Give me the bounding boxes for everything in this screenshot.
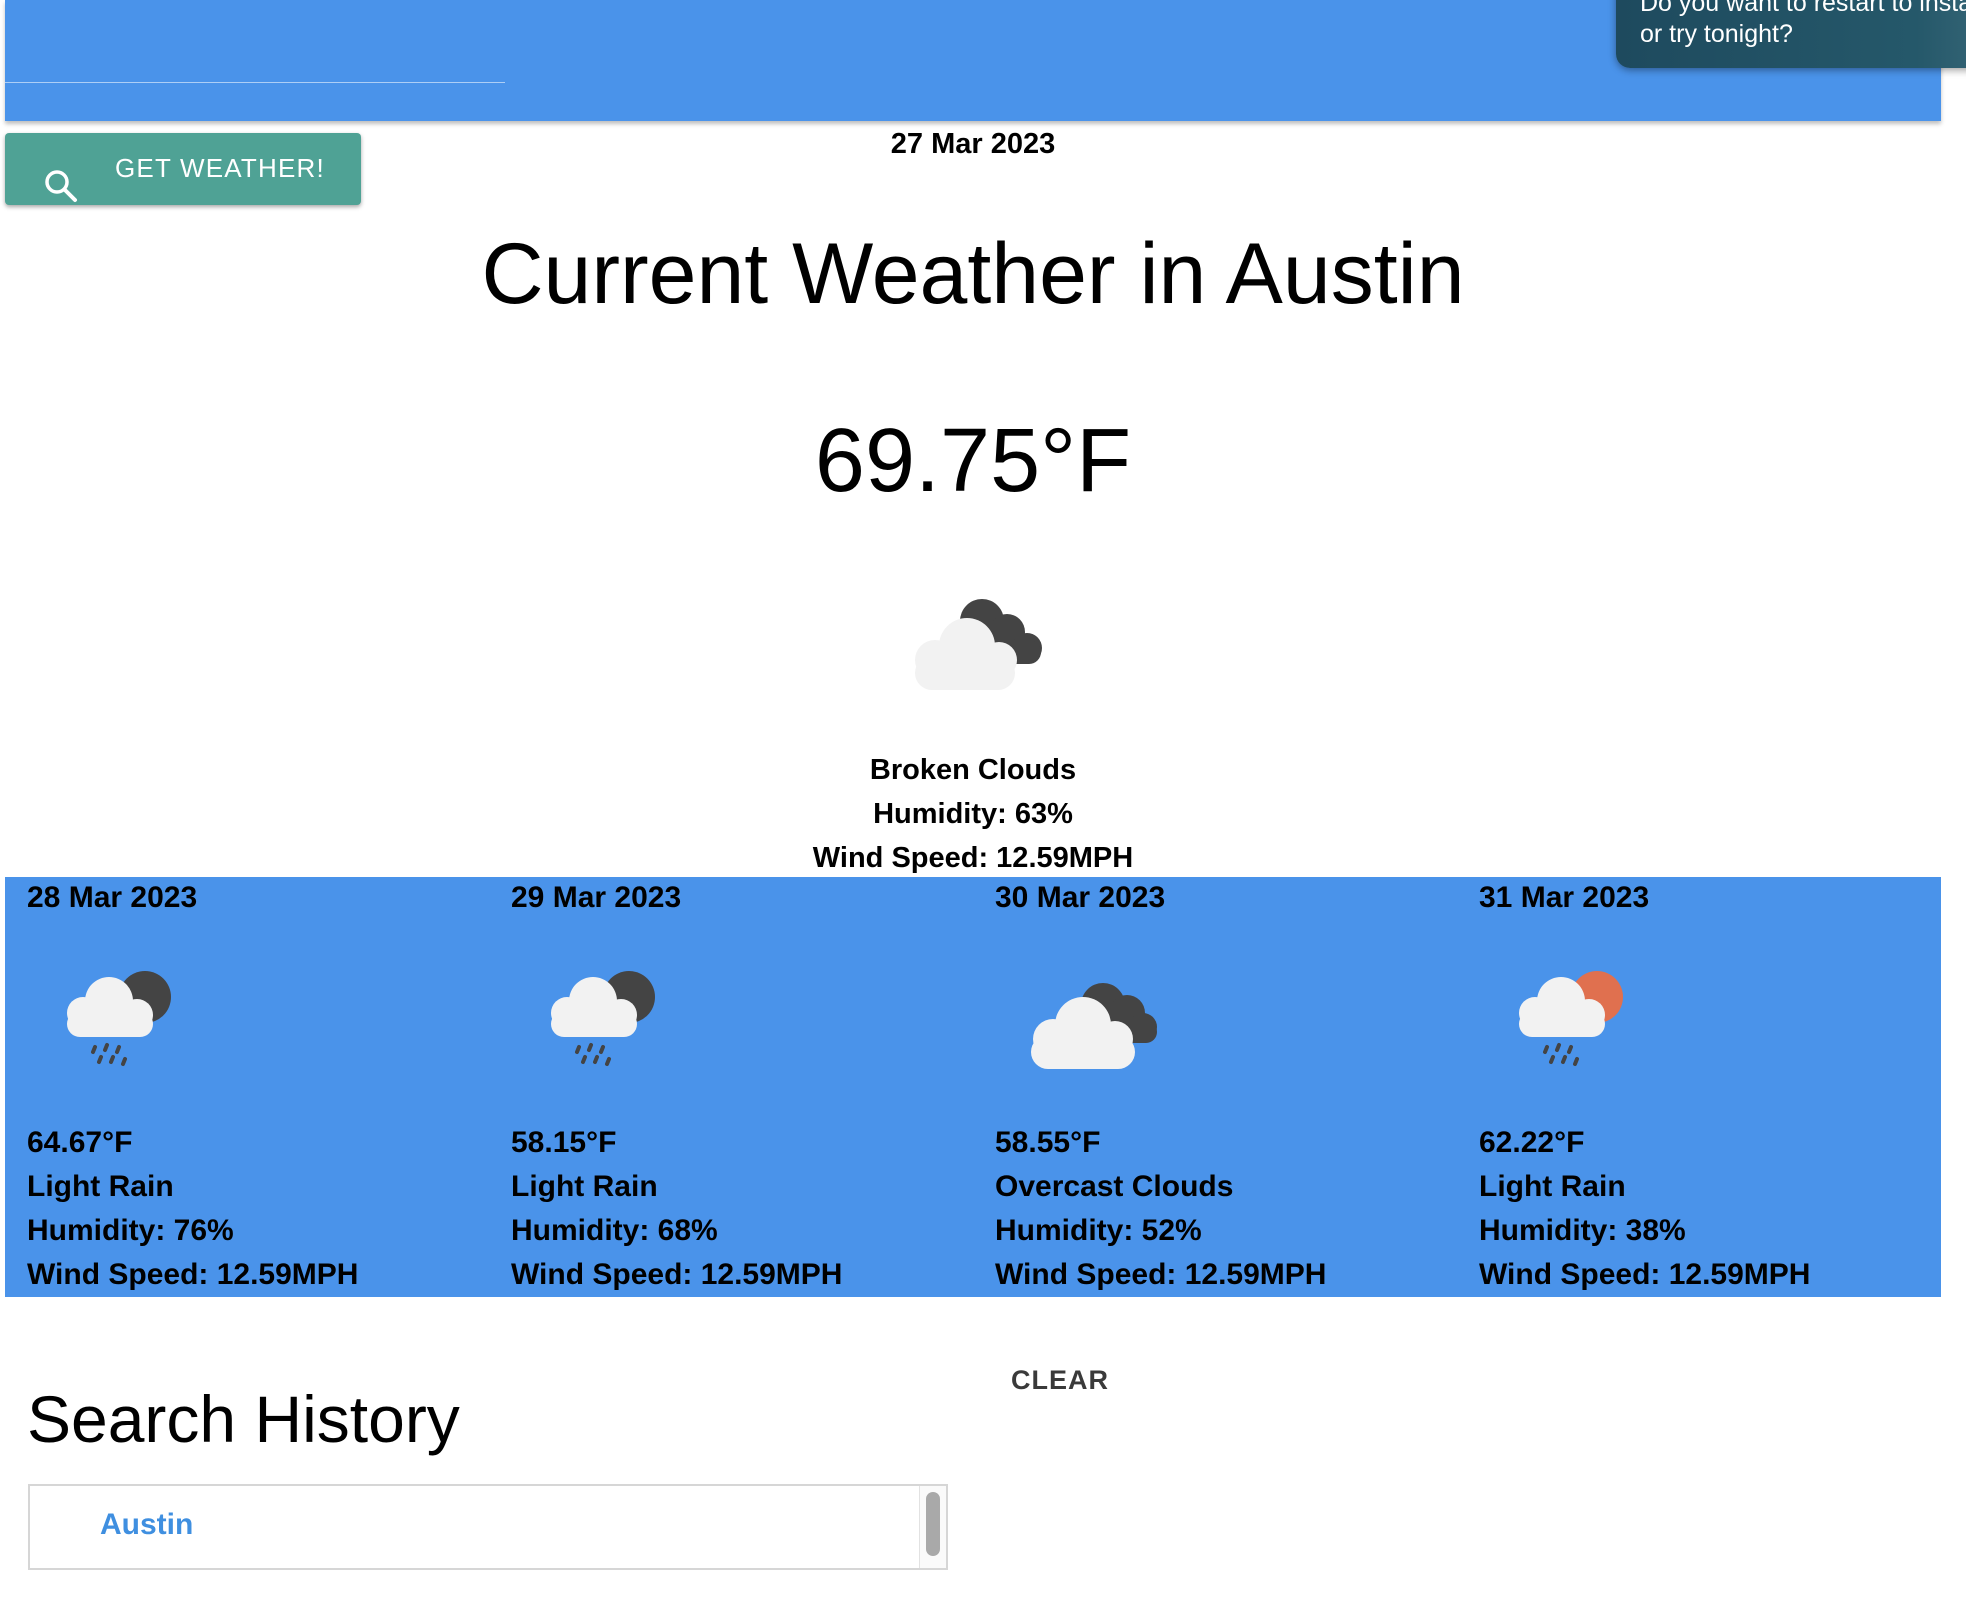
- forecast-humidity: Humidity: 52%: [995, 1214, 1202, 1247]
- forecast-row: 28 Mar 2023 64.67°F Light Rain Humidity:…: [5, 877, 1941, 1297]
- search-icon: [45, 170, 77, 202]
- update-notification[interactable]: Do you want to restart to install or try…: [1616, 0, 1966, 68]
- current-description: Broken Clouds: [869, 754, 1077, 786]
- forecast-description: Light Rain: [511, 1170, 658, 1203]
- page-title: Current Weather in Austin: [481, 226, 1465, 322]
- broken-clouds-icon: [915, 599, 1042, 690]
- forecast-date: 30 Mar 2023: [995, 881, 1166, 914]
- forecast-humidity: Humidity: 68%: [511, 1214, 718, 1247]
- forecast-date: 28 Mar 2023: [27, 881, 198, 914]
- forecast-temperature: 62.22°F: [1479, 1126, 1585, 1159]
- forecast-card: 28 Mar 2023 64.67°F Light Rain Humidity:…: [5, 877, 485, 1297]
- notification-line-1: Do you want to restart to install: [1640, 0, 1966, 17]
- forecast-info: 64.67°F Light Rain Humidity: 76% Wind Sp…: [27, 1121, 358, 1297]
- current-wind: Wind Speed: 12.59MPH: [812, 842, 1134, 874]
- clear-history-button[interactable]: CLEAR: [1000, 1362, 1120, 1398]
- forecast-date: 31 Mar 2023: [1479, 881, 1650, 914]
- forecast-card: 31 Mar 2023 62.22°F Light Rain Humidity:…: [1457, 877, 1937, 1297]
- notification-line-2: or try tonight?: [1640, 20, 1793, 48]
- city-search-input[interactable]: [5, 82, 505, 83]
- current-humidity: Humidity: 63%: [873, 798, 1073, 830]
- current-temperature: 69.75°F: [814, 411, 1132, 511]
- rain-moon-icon: [551, 971, 655, 1066]
- forecast-info: 62.22°F Light Rain Humidity: 38% Wind Sp…: [1479, 1121, 1810, 1297]
- forecast-description: Overcast Clouds: [995, 1170, 1234, 1203]
- rain-sun-icon: [1519, 971, 1623, 1066]
- current-details: Broken Clouds Humidity: 63% Wind Speed: …: [0, 748, 1946, 880]
- forecast-humidity: Humidity: 76%: [27, 1214, 234, 1247]
- search-history-list: Austin: [28, 1484, 948, 1570]
- history-scrollbar[interactable]: [919, 1486, 946, 1568]
- history-item-austin[interactable]: Austin: [100, 1508, 193, 1542]
- forecast-wind: Wind Speed: 12.59MPH: [995, 1258, 1327, 1291]
- search-history-title: Search History: [27, 1382, 460, 1456]
- overcast-clouds-icon: [1031, 983, 1157, 1069]
- forecast-description: Light Rain: [27, 1170, 174, 1203]
- forecast-card: 30 Mar 2023 58.55°F Overcast Clouds Humi…: [973, 877, 1453, 1297]
- forecast-card: 29 Mar 2023 58.15°F Light Rain Humidity:…: [489, 877, 969, 1297]
- forecast-description: Light Rain: [1479, 1170, 1626, 1203]
- rain-moon-icon: [67, 971, 171, 1066]
- history-scrollbar-thumb[interactable]: [926, 1492, 940, 1556]
- forecast-wind: Wind Speed: 12.59MPH: [1479, 1258, 1811, 1291]
- forecast-wind: Wind Speed: 12.59MPH: [511, 1258, 843, 1291]
- forecast-temperature: 64.67°F: [27, 1126, 133, 1159]
- forecast-wind: Wind Speed: 12.59MPH: [27, 1258, 359, 1291]
- forecast-info: 58.15°F Light Rain Humidity: 68% Wind Sp…: [511, 1121, 842, 1297]
- forecast-info: 58.55°F Overcast Clouds Humidity: 52% Wi…: [995, 1121, 1326, 1297]
- forecast-temperature: 58.15°F: [511, 1126, 617, 1159]
- current-date: 27 Mar 2023: [890, 128, 1056, 160]
- forecast-temperature: 58.55°F: [995, 1126, 1101, 1159]
- forecast-humidity: Humidity: 38%: [1479, 1214, 1686, 1247]
- forecast-date: 29 Mar 2023: [511, 881, 682, 914]
